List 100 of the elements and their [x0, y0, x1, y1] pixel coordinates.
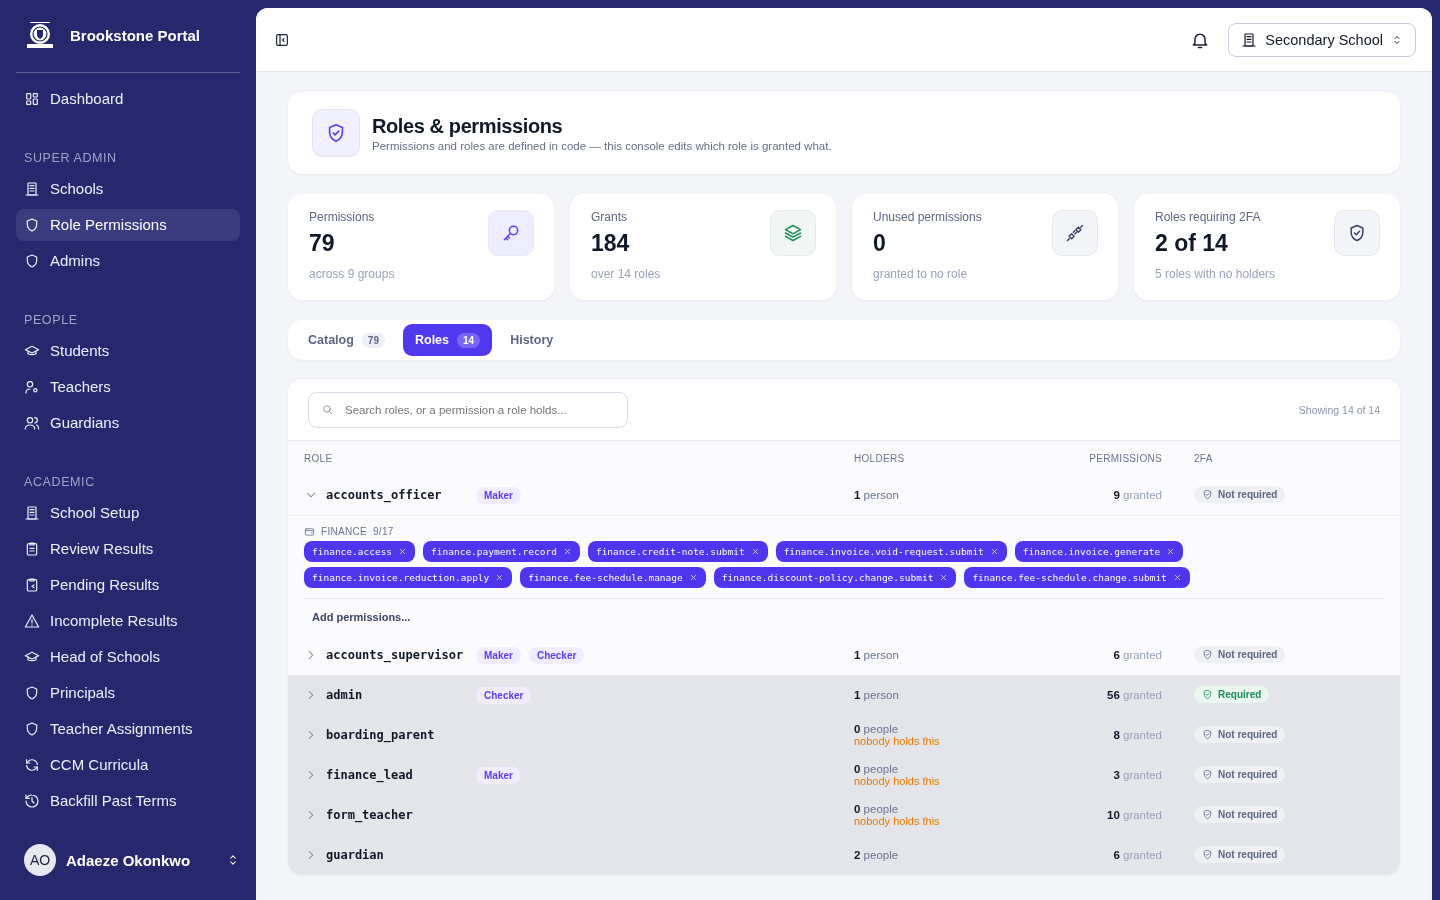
holder-count: 1 person [854, 489, 900, 501]
role-tag: Maker [476, 486, 521, 504]
history-icon [24, 792, 40, 809]
search-icon [321, 403, 334, 416]
twofa-status: Not required [1194, 806, 1286, 823]
stat-note: 5 roles with no holders [1155, 267, 1276, 281]
column-header: 2FA [1194, 452, 1213, 464]
permission-chip[interactable]: finance.invoice.void-request.submit [775, 541, 1007, 562]
sidebar-item[interactable]: Incomplete Results [16, 604, 240, 637]
close-icon [688, 573, 698, 582]
layers-icon [770, 210, 816, 256]
group-count: 9/17 [373, 526, 394, 537]
shield-check-icon [1202, 489, 1213, 500]
holder-warning: nobody holds this [854, 815, 941, 827]
permission-chip[interactable]: finance.discount-policy.change.submit [713, 567, 957, 588]
chevron-up-down-icon [1391, 33, 1403, 46]
permission-chip[interactable]: finance.credit-note.submit [587, 541, 768, 562]
shield-check-icon [1202, 649, 1213, 660]
stat-label: Permissions [309, 210, 376, 224]
stat-value: 79 [309, 230, 336, 257]
sidebar-item[interactable]: CCM Curricula [16, 748, 240, 781]
sidebar-item[interactable]: Teacher Assignments [16, 712, 240, 745]
sidebar-item[interactable]: Review Results [16, 532, 240, 565]
tab-count: 14 [457, 332, 481, 348]
permission-chip[interactable]: finance.fee-schedule.change.submit [964, 567, 1190, 588]
shield-check-icon [312, 109, 360, 157]
stat-note: over 14 roles [591, 267, 661, 281]
sidebar-item[interactable]: Pending Results [16, 568, 240, 601]
shield-icon [24, 252, 40, 269]
column-header: ROLE [304, 452, 333, 464]
holder-warning: nobody holds this [854, 735, 941, 747]
sidebar-item[interactable]: School Setup [16, 496, 240, 529]
warning-icon [24, 612, 40, 629]
stat-label: Roles requiring 2FA [1155, 210, 1262, 224]
school-selector[interactable]: Secondary School [1228, 22, 1416, 57]
tab-count: 79 [361, 332, 385, 348]
building-icon [1241, 31, 1258, 48]
result-count: Showing 14 of 14 [1298, 404, 1380, 416]
shield-check-icon [1334, 210, 1380, 256]
sidebar-item[interactable]: Backfill Past Terms [16, 784, 240, 817]
sidebar-item[interactable]: Schools [16, 172, 240, 205]
permission-chip[interactable]: finance.fee-schedule.manage [520, 567, 706, 588]
table-row[interactable]: finance_lead Maker 0 people nobody holds this 3 granted Not required [288, 755, 1400, 795]
permission-count: 3 granted [1113, 769, 1162, 781]
table-row[interactable]: accounts_supervisor Maker Checker 1 person 6 granted Not required [288, 635, 1400, 675]
permission-chip[interactable]: finance.payment.record [423, 541, 580, 562]
sidebar-item[interactable]: Principals [16, 676, 240, 709]
permission-count: 10 granted [1107, 809, 1162, 821]
holder-count: 0 people [854, 803, 900, 815]
people-icon [24, 414, 40, 431]
sidebar-item[interactable]: Teachers [16, 370, 240, 403]
sidebar-item[interactable]: Students [16, 334, 240, 367]
shield-check-icon [1202, 689, 1213, 700]
stat-note: granted to no role [873, 267, 969, 281]
role-name: accounts_officer [326, 488, 443, 502]
shield-check-icon [1202, 849, 1213, 860]
group-name: FINANCE [321, 526, 367, 537]
building-icon [24, 180, 40, 197]
section-heading: ACADEMIC [23, 473, 96, 491]
permission-chip[interactable]: finance.invoice.reduction.apply [304, 567, 513, 588]
tab[interactable]: Catalog 79 [296, 324, 397, 356]
close-icon [939, 573, 949, 582]
column-header: HOLDERS [854, 452, 905, 464]
twofa-status: Required [1194, 686, 1270, 703]
sidebar-item[interactable]: Guardians [16, 406, 240, 439]
tab[interactable]: Roles 14 [402, 324, 493, 356]
table-row[interactable]: boarding_parent 0 people nobody holds this 8 granted Not required [288, 715, 1400, 755]
close-icon [562, 547, 572, 556]
shield-check-icon [1202, 729, 1213, 740]
holder-count: 0 people [854, 763, 900, 775]
tab[interactable]: History [498, 324, 566, 356]
close-icon [989, 547, 999, 556]
role-name: boarding_parent [326, 728, 436, 742]
permission-chip[interactable]: finance.invoice.generate [1014, 541, 1184, 562]
stat-label: Unused permissions [873, 210, 982, 224]
stat-note: across 9 groups [309, 267, 395, 281]
holder-count: 1 person [854, 649, 900, 661]
permission-chip[interactable]: finance.access [304, 541, 416, 562]
permission-count: 8 granted [1113, 729, 1162, 741]
sidebar-item[interactable]: Dashboard [16, 82, 240, 115]
table-row[interactable]: admin Checker 1 person 56 granted Required [288, 675, 1400, 715]
add-permissions-button[interactable]: Add permissions... [304, 599, 419, 635]
permission-count: 6 granted [1113, 849, 1162, 861]
role-tag: Checker [476, 686, 532, 704]
close-icon [750, 547, 760, 556]
close-icon [495, 573, 505, 582]
table-row[interactable]: form_teacher 0 people nobody holds this 10 granted Not required [288, 795, 1400, 835]
shield-icon [24, 216, 40, 233]
twofa-status: Not required [1194, 726, 1286, 743]
table-row[interactable]: guardian 2 people 6 granted Not required [288, 835, 1400, 875]
sidebar-item[interactable]: Head of Schools [16, 640, 240, 673]
sidebar-item[interactable]: Admins [16, 244, 240, 277]
building-icon [24, 504, 40, 521]
search-field[interactable]: Search roles, or a permission a role holds... [308, 392, 628, 428]
sidebar-item[interactable]: Role Permissions [16, 208, 240, 241]
table-row[interactable]: accounts_officer Maker 1 person 9 granted Not required [288, 475, 1400, 515]
holder-warning: nobody holds this [854, 775, 941, 787]
role-tag: Checker [528, 646, 585, 664]
refresh-icon [24, 756, 40, 773]
crest-logo [24, 20, 56, 51]
